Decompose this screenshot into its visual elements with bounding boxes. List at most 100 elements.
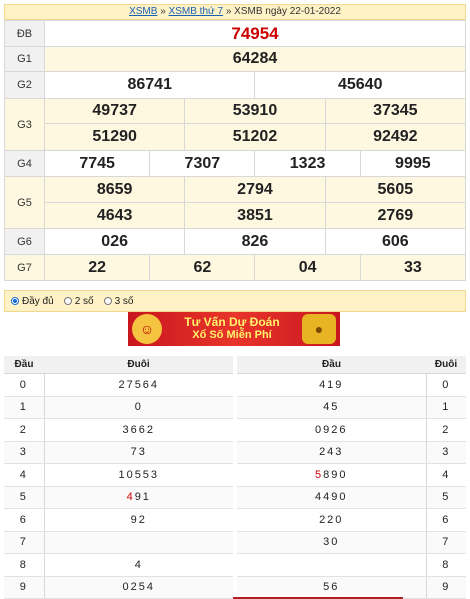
loto-values: 0254: [44, 576, 233, 599]
table-row: 6 92: [4, 508, 233, 532]
loto-key: 5: [425, 486, 466, 509]
loto-values: [44, 531, 233, 554]
loto-key: 7: [4, 531, 45, 554]
remaining-digits: 890: [323, 468, 348, 481]
loto-values: 0: [44, 396, 233, 419]
prize-value-g4: 1323: [254, 150, 361, 177]
loto-key: 8: [425, 553, 466, 577]
display-options: Đầy đủ 2 số 3 số: [4, 290, 466, 312]
loto-key: 9: [425, 576, 466, 599]
table-row: 0926 2: [237, 418, 466, 442]
loto-key: 8: [4, 553, 45, 577]
prize-value-g5: 5605: [324, 176, 467, 203]
prize-value-g2: 86741: [43, 71, 256, 99]
table-row: 10: [4, 396, 233, 419]
loto-key: 9: [4, 576, 45, 599]
prize-value-g5: 2769: [324, 202, 467, 229]
radio-icon[interactable]: [103, 297, 112, 305]
prize-value-g4: 7745: [43, 150, 151, 177]
prize-value-g3: 49737: [43, 98, 186, 124]
prize-label-g7: G7: [4, 254, 45, 281]
loto-key: 5: [4, 486, 45, 509]
table-row: 419 0: [237, 373, 466, 397]
loto-values: 92: [44, 508, 233, 532]
option-2-digits[interactable]: 2 số: [63, 295, 94, 307]
prize-value-g7: 62: [149, 254, 256, 281]
prize-value-g4: 7307: [149, 150, 256, 177]
prize-value-g7: 04: [254, 254, 361, 281]
loto-head-table: Đầu Đuôi 0 27564 1 0 2 3662 3 73 4 10553 5 491 6 92 7 8…: [4, 356, 233, 599]
loto-values: 10553: [44, 463, 233, 487]
loto-key: 7: [425, 531, 466, 554]
prize-value-db: 74954: [44, 20, 466, 47]
option-3-digits[interactable]: 3 số: [103, 295, 134, 307]
prize-value-g7: 22: [43, 254, 151, 281]
advert-banner[interactable]: ☺ Tư Vấn Dự Đoán Xổ Số Miễn Phí ●: [128, 312, 340, 346]
radio-selected-icon[interactable]: [11, 297, 19, 305]
prize-value-g2: 45640: [254, 71, 466, 99]
table-row: 0 27564: [4, 373, 233, 397]
loto-values: 73: [44, 441, 233, 464]
breadcrumb-link-xsmb[interactable]: XSMB: [129, 6, 157, 17]
prize-value-g3: 53910: [184, 98, 326, 124]
breadcrumb-link-xsmb-thu7[interactable]: XSMB thứ 7: [169, 6, 224, 17]
loto-values: 56: [237, 576, 426, 599]
column-header-dau: Đầu: [4, 356, 44, 374]
loto-key: 6: [425, 508, 466, 532]
loto-tail-table: Đầu Đuôi 419 0 45 1 0926 2 243 3 5890 4 4490 5 220 6 3…: [237, 356, 466, 599]
loto-key: 3: [4, 441, 45, 464]
prize-value-g5: 4643: [43, 202, 186, 229]
option-label: 2 số: [74, 295, 94, 307]
banner-line1: Tư Vấn Dự Đoán: [184, 315, 280, 329]
table-row: 84: [4, 553, 233, 577]
loto-key: 0: [425, 373, 466, 397]
remaining-digits: 91: [134, 491, 151, 504]
prize-label-g6: G6: [4, 228, 45, 255]
gold-coins-icon: ●: [302, 314, 336, 344]
loto-values: 45: [237, 396, 426, 419]
table-row: 4 10553: [4, 463, 233, 487]
table-row: 4490 5: [237, 486, 466, 509]
page-title: XSMB ngày 22-01-2022: [234, 6, 341, 17]
prize-label-g3: G3: [4, 98, 45, 151]
table-row: 243 3: [237, 441, 466, 464]
loto-values: 30: [237, 531, 426, 554]
option-label: 3 số: [114, 295, 134, 307]
highlighted-digit: 5: [315, 468, 324, 481]
table-row: 7: [4, 531, 233, 554]
column-header-duoi: Đuôi: [426, 356, 466, 374]
prize-value-g5: 3851: [184, 202, 326, 229]
table-row: 9 0254: [4, 576, 233, 599]
loto-values: 419: [237, 373, 426, 397]
prize-value-g3: 37345: [324, 98, 467, 124]
table-row: 5 491: [4, 486, 233, 509]
prize-value-g6: 606: [324, 228, 467, 255]
radio-icon[interactable]: [63, 297, 72, 305]
loto-key: 4: [4, 463, 45, 487]
breadcrumb-separator: »: [160, 6, 166, 17]
prize-value-g3: 51202: [184, 123, 326, 151]
prize-value-g7: 33: [359, 254, 467, 281]
table-row: 30 7: [237, 531, 466, 554]
loto-key: 1: [425, 396, 466, 419]
results-table: ĐB 74954 G1 64284 G2 86741 45640 G3 4973…: [4, 20, 467, 281]
loto-values: 4490: [237, 486, 426, 509]
prize-value-g3: 51290: [43, 123, 186, 151]
table-row: 3 73: [4, 441, 233, 464]
prize-value-g5: 8659: [43, 176, 186, 203]
prize-value-g4: 9995: [359, 150, 467, 177]
loto-values: 491: [44, 486, 233, 509]
loto-key: 4: [425, 463, 466, 487]
highlighted-digit: 4: [126, 491, 135, 504]
loto-key: 2: [4, 418, 45, 442]
option-label: Đầy đủ: [22, 295, 54, 307]
table-row: 45 1: [237, 396, 466, 419]
column-header-duoi: Đuôi: [44, 356, 233, 374]
loto-values: 0926: [237, 418, 426, 442]
table-row: 8: [237, 553, 466, 577]
loto-key: 6: [4, 508, 45, 532]
loto-key: 3: [425, 441, 466, 464]
option-full[interactable]: Đầy đủ: [11, 296, 54, 307]
loto-values: 243: [237, 441, 426, 464]
prize-label-g1: G1: [4, 46, 45, 72]
